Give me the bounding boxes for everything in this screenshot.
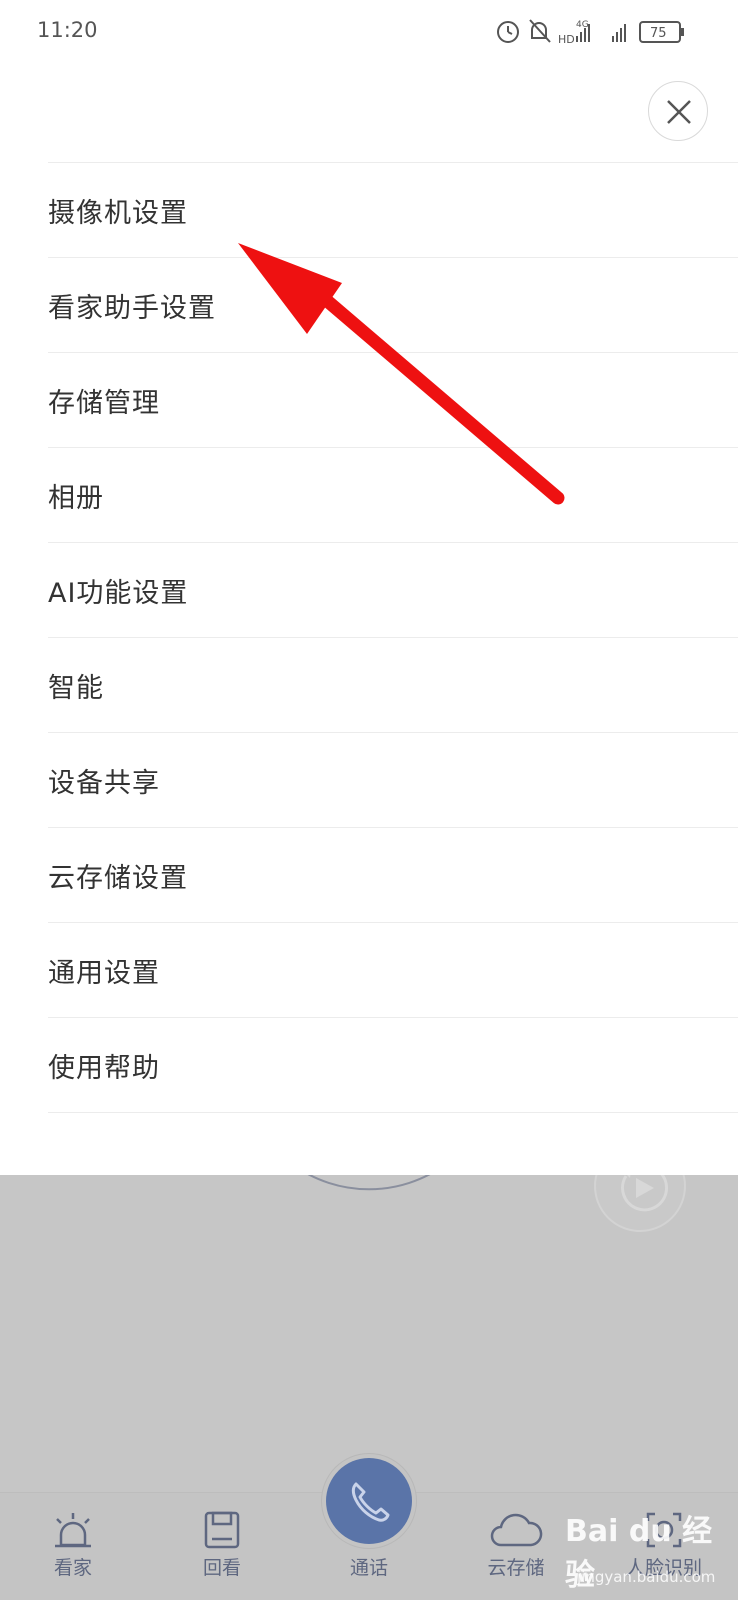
settings-sheet: 11:20 HD 4G 75 摄像机设置 看家助手设置 存储管理 相册 AI功能… <box>0 0 738 1175</box>
tab-label-call: 通话 <box>349 1557 388 1579</box>
baidu-watermark: Bai du 经验 jingyan.baidu.com <box>565 1500 735 1593</box>
svg-text:4G: 4G <box>576 20 589 30</box>
menu-item-help[interactable]: 使用帮助 <box>48 1018 738 1113</box>
svg-text:HD: HD <box>558 33 575 46</box>
menu-item-album[interactable]: 相册 <box>48 448 738 543</box>
menu-item-smart[interactable]: 智能 <box>48 638 738 733</box>
battery-icon: 75 <box>639 21 684 43</box>
close-button[interactable] <box>648 81 708 141</box>
status-bar: 11:20 HD 4G 75 <box>0 0 738 62</box>
menu-item-general-settings[interactable]: 通用设置 <box>48 923 738 1018</box>
menu-item-storage-management[interactable]: 存储管理 <box>48 353 738 448</box>
tab-label: 回看 <box>202 1557 241 1579</box>
mute-bell-icon <box>529 19 551 43</box>
alarm-light-icon <box>55 1513 91 1548</box>
watermark-url: jingyan.baidu.com <box>577 1568 716 1586</box>
settings-menu: 摄像机设置 看家助手设置 存储管理 相册 AI功能设置 智能 设备共享 云存储设… <box>48 162 738 1113</box>
menu-item-device-sharing[interactable]: 设备共享 <box>48 733 738 828</box>
svg-text:75: 75 <box>650 26 667 41</box>
save-icon <box>204 1511 240 1549</box>
phone-icon <box>351 1482 390 1522</box>
status-icons: HD 4G 75 <box>497 19 684 46</box>
cloud-icon <box>490 1513 543 1547</box>
signal-icon-2 <box>612 24 626 42</box>
tab-cloud-storage[interactable]: 云存储 <box>456 1511 576 1591</box>
menu-item-ai-settings[interactable]: AI功能设置 <box>48 543 738 638</box>
tab-label: 看家 <box>53 1557 92 1579</box>
tab-huikan[interactable]: 回看 <box>162 1511 282 1591</box>
menu-item-home-assistant-settings[interactable]: 看家助手设置 <box>48 258 738 353</box>
close-icon <box>667 100 691 124</box>
tab-label: 云存储 <box>487 1557 545 1579</box>
call-button[interactable] <box>326 1458 412 1544</box>
tab-kanjia[interactable]: 看家 <box>13 1511 133 1591</box>
alarm-icon <box>497 21 519 43</box>
status-time: 11:20 <box>37 18 98 42</box>
menu-item-cloud-storage-settings[interactable]: 云存储设置 <box>48 828 738 923</box>
menu-item-camera-settings[interactable]: 摄像机设置 <box>48 163 738 258</box>
